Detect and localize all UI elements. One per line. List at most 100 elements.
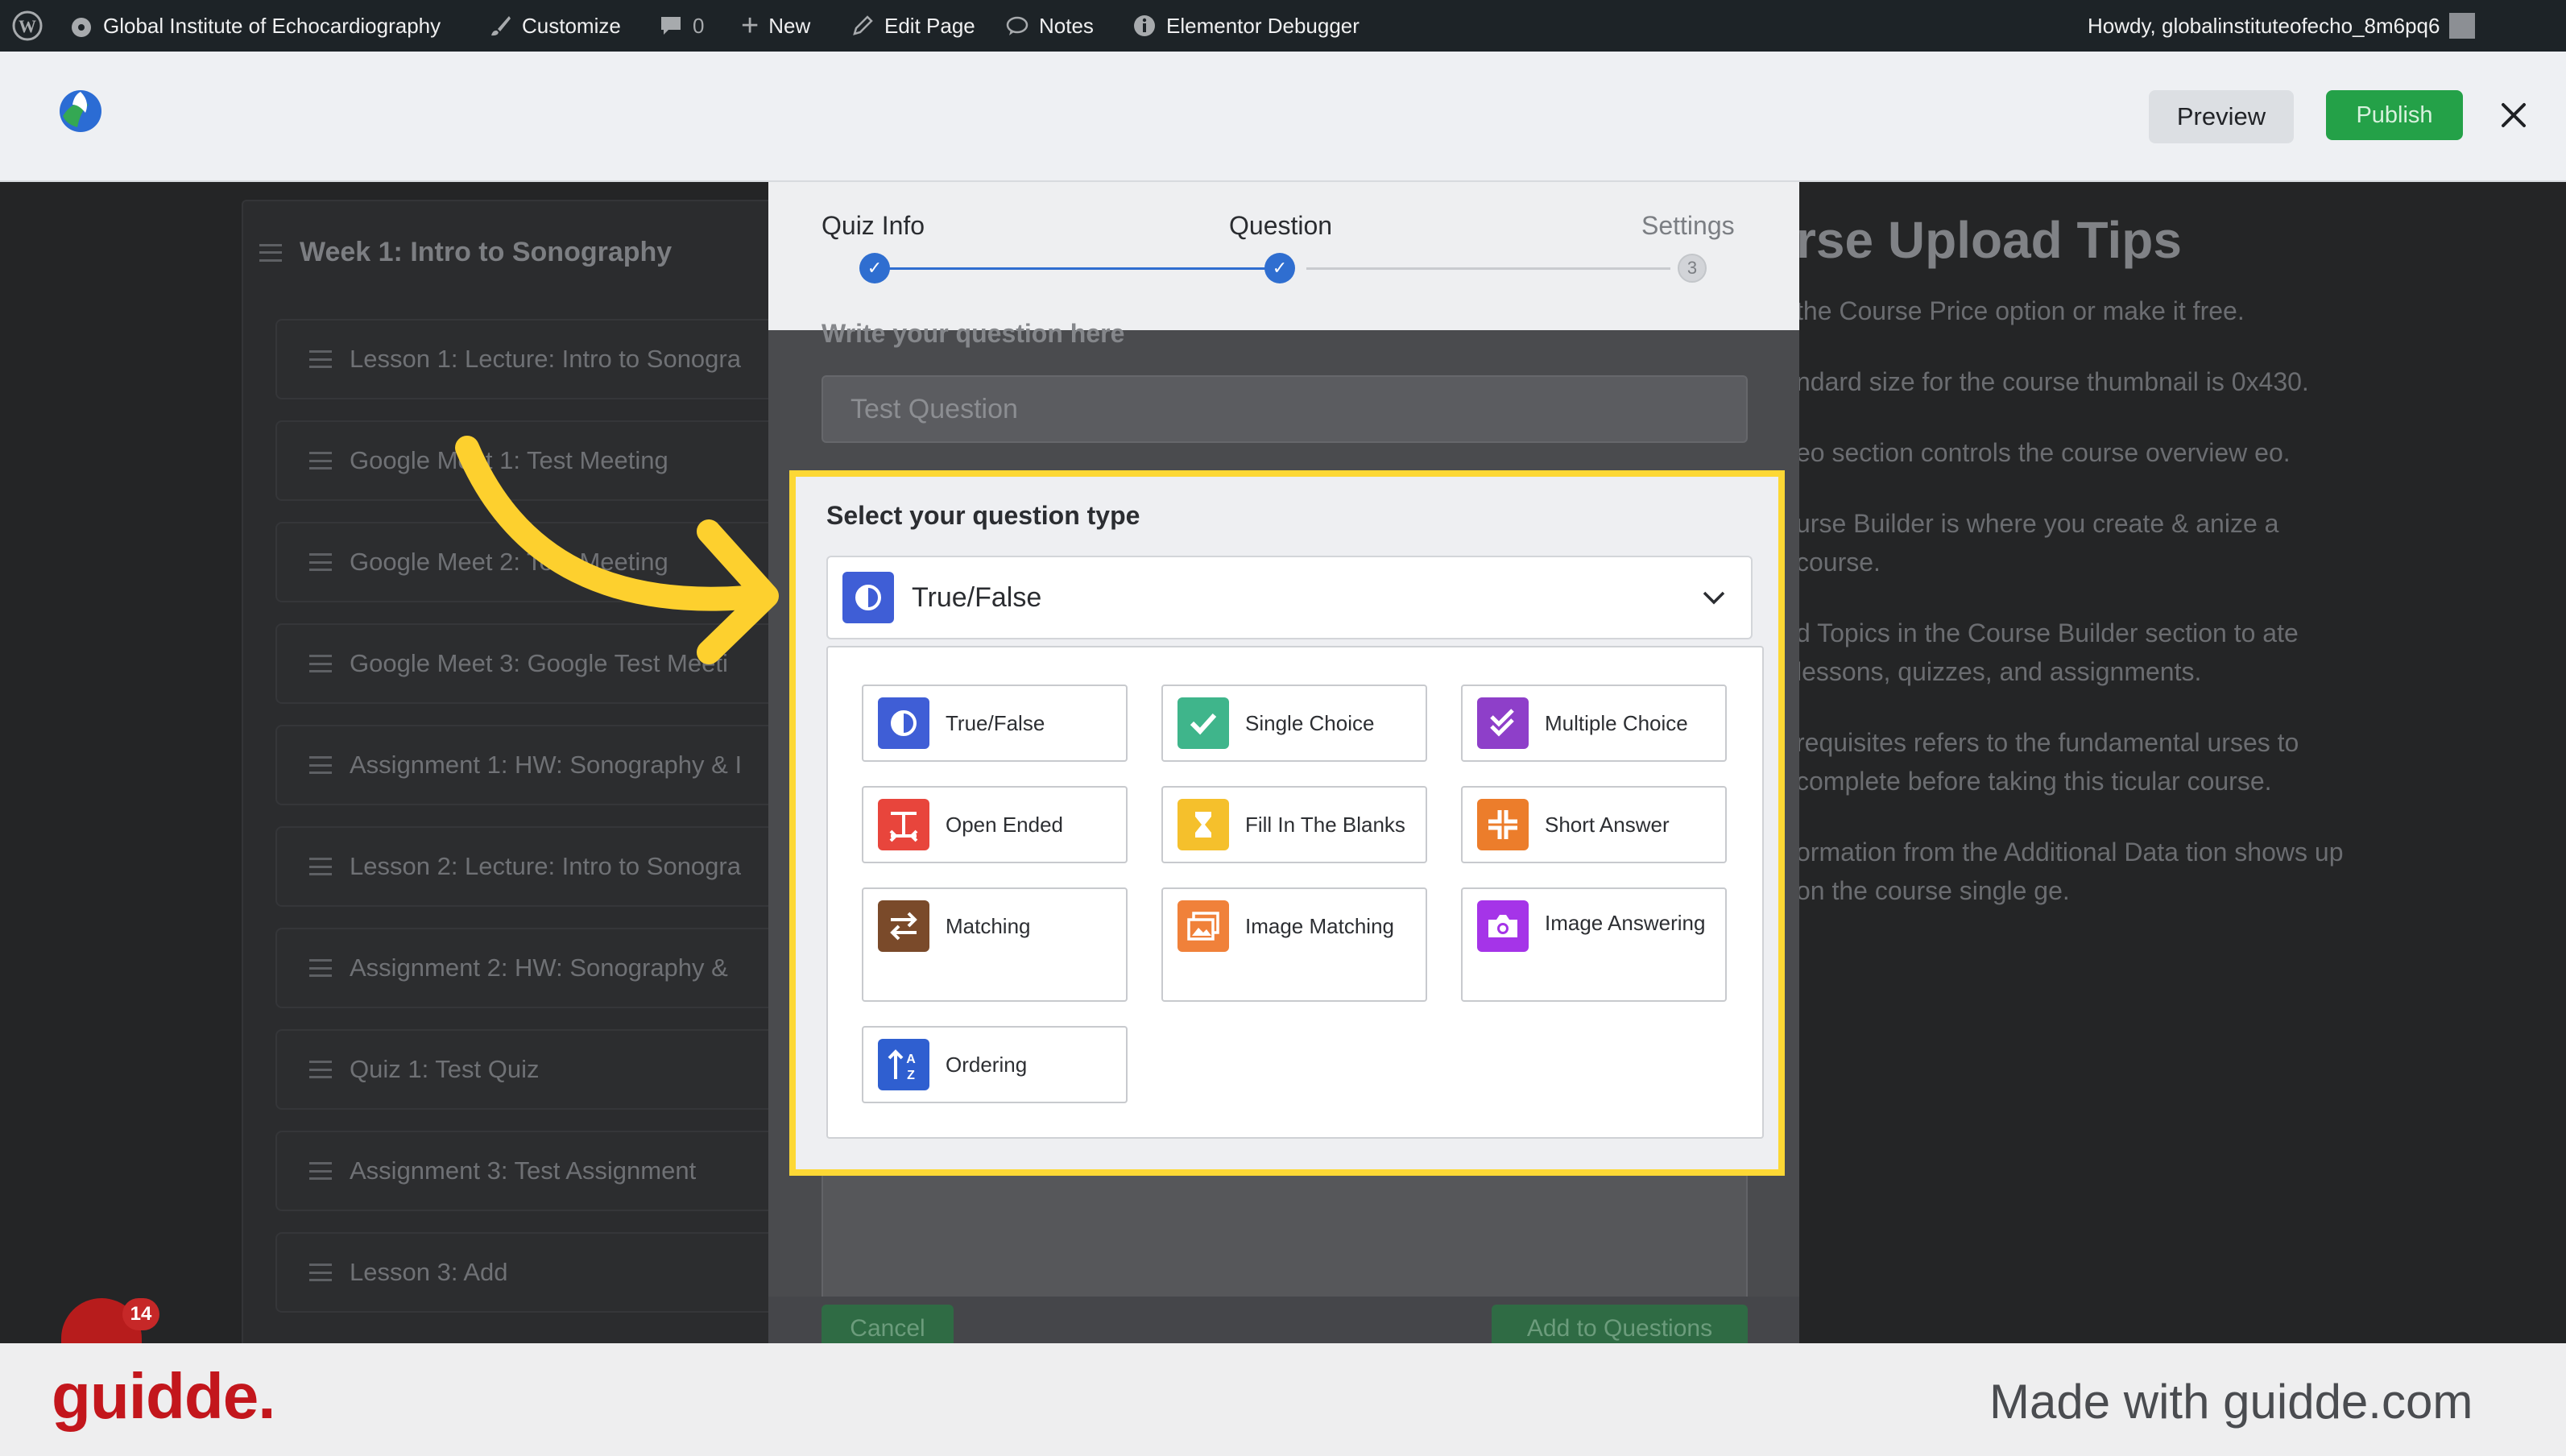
comments-count: 0 xyxy=(693,13,705,38)
new-link[interactable]: + New xyxy=(741,0,810,52)
images-icon xyxy=(1177,900,1229,952)
tip-text: requisites refers to the fundamental urs… xyxy=(1796,728,2299,796)
text-resize-icon xyxy=(878,799,929,850)
svg-text:W: W xyxy=(19,16,36,36)
preview-button[interactable]: Preview xyxy=(2149,90,2294,143)
swap-arrows-icon xyxy=(878,900,929,952)
drag-handle-icon xyxy=(309,452,332,469)
step-settings[interactable]: Settings xyxy=(1641,211,1735,241)
list-item[interactable]: Lesson 1: Lecture: Intro to Sonogra xyxy=(275,319,791,399)
drag-handle-icon xyxy=(309,756,332,774)
type-option-matching[interactable]: Matching xyxy=(862,887,1128,1002)
double-check-icon xyxy=(1477,697,1529,749)
list-item[interactable]: Assignment 2: HW: Sonography & xyxy=(275,928,791,1008)
notes-link[interactable]: Notes xyxy=(1005,0,1094,52)
type-option-short-answer[interactable]: Short Answer xyxy=(1461,786,1727,863)
howdy-label: Howdy, globalinstituteofecho_8m6pq6 xyxy=(2088,13,2440,38)
cancel-button[interactable]: Cancel xyxy=(822,1305,954,1343)
customize-label: Customize xyxy=(522,13,621,38)
check-icon: ✓ xyxy=(1264,253,1295,283)
chevron-down-icon[interactable] xyxy=(1698,581,1730,621)
edit-page-link[interactable]: Edit Page xyxy=(851,0,975,52)
drag-handle-icon xyxy=(309,1162,332,1180)
notification-count: 14 xyxy=(122,1298,159,1330)
drag-handle-icon xyxy=(309,858,332,875)
chat-bubble-icon xyxy=(1006,16,1028,35)
pencil-icon xyxy=(853,15,873,35)
list-item[interactable]: Lesson 3: Add xyxy=(275,1232,791,1313)
type-option-image-matching[interactable]: Image Matching xyxy=(1161,887,1427,1002)
type-option-fill-in-the-blanks[interactable]: Fill In The Blanks xyxy=(1161,786,1427,863)
svg-text:Z: Z xyxy=(907,1069,915,1082)
comments-link[interactable]: 0 xyxy=(659,0,704,52)
drag-handle-icon xyxy=(309,959,332,977)
question-label: Write your question here xyxy=(822,319,1125,348)
sort-az-icon: AZ xyxy=(878,1039,929,1090)
tip-text: urse Builder is where you create & anize… xyxy=(1796,509,2279,577)
list-item[interactable]: Assignment 1: HW: Sonography & I xyxy=(275,725,791,805)
question-type-dropdown: True/False Single Choice Multiple Choice… xyxy=(826,646,1764,1139)
drag-handle-icon xyxy=(309,553,332,571)
pointer-arrow-icon xyxy=(455,436,779,664)
comment-icon xyxy=(661,17,681,35)
upload-tips-panel: rse Upload Tips the Course Price option … xyxy=(1796,211,2360,942)
step-number: 3 xyxy=(1678,254,1707,283)
info-icon xyxy=(1134,15,1155,36)
site-name-link[interactable]: Global Institute of Echocardiography xyxy=(69,0,441,52)
admin-bar: W Global Institute of Echocardiography C… xyxy=(0,0,2566,52)
dashboard-icon xyxy=(72,18,91,37)
topic-title[interactable]: Week 1: Intro to Sonography xyxy=(259,237,672,268)
publish-button[interactable]: Publish xyxy=(2326,90,2463,140)
site-name: Global Institute of Echocardiography xyxy=(103,13,441,38)
list-item[interactable]: Assignment 3: Test Assignment xyxy=(275,1131,791,1211)
list-item[interactable]: Lesson 2: Lecture: Intro to Sonogra xyxy=(275,826,791,907)
type-option-ordering[interactable]: AZ Ordering xyxy=(862,1026,1128,1103)
close-icon[interactable] xyxy=(2494,95,2534,135)
plus-icon: + xyxy=(741,8,759,43)
half-circle-icon xyxy=(842,572,894,623)
course-builder-panel: Week 1: Intro to Sonography Lesson 1: Le… xyxy=(242,200,791,1343)
tip-text: the Course Price option or make it free. xyxy=(1796,296,2245,325)
check-icon xyxy=(1177,697,1229,749)
question-type-label: Select your question type xyxy=(826,501,1140,530)
wordpress-logo-icon[interactable]: W xyxy=(11,0,43,52)
tip-text: ormation from the Additional Data tion s… xyxy=(1796,838,2344,905)
half-circle-icon xyxy=(878,697,929,749)
guidde-footer: guidde. Made with guidde.com xyxy=(0,1343,2566,1456)
compress-icon xyxy=(1477,799,1529,850)
brush-icon xyxy=(491,16,511,36)
notes-label: Notes xyxy=(1039,13,1094,38)
type-option-true-false[interactable]: True/False xyxy=(862,685,1128,762)
type-option-single-choice[interactable]: Single Choice xyxy=(1161,685,1427,762)
site-logo-icon[interactable] xyxy=(56,87,105,135)
check-icon: ✓ xyxy=(859,253,890,283)
made-with-text: Made with guidde.com xyxy=(1989,1375,2473,1429)
debugger-label: Elementor Debugger xyxy=(1166,13,1360,38)
list-item[interactable]: Quiz 1: Test Quiz xyxy=(275,1029,791,1110)
hourglass-icon xyxy=(1177,799,1229,850)
account-menu[interactable]: Howdy, globalinstituteofecho_8m6pq6 xyxy=(2088,0,2476,52)
type-option-multiple-choice[interactable]: Multiple Choice xyxy=(1461,685,1727,762)
edit-page-label: Edit Page xyxy=(884,13,975,38)
add-to-questions-button[interactable]: Add to Questions xyxy=(1492,1305,1748,1343)
type-option-open-ended[interactable]: Open Ended xyxy=(862,786,1128,863)
question-type-panel: Select your question type True/False Tru… xyxy=(789,470,1785,1176)
step-connector xyxy=(875,267,1280,270)
selected-type: True/False xyxy=(912,581,1042,613)
question-input[interactable]: Test Question xyxy=(822,375,1748,443)
debugger-link[interactable]: Elementor Debugger xyxy=(1132,0,1360,52)
tip-text: eo section controls the course overview … xyxy=(1796,438,2291,467)
type-option-image-answering[interactable]: Image Answering xyxy=(1461,887,1727,1002)
quiz-stepper: Quiz Info ✓ Question ✓ Settings 3 xyxy=(768,182,1799,330)
customize-link[interactable]: Customize xyxy=(488,0,621,52)
drag-handle-icon xyxy=(309,655,332,672)
drag-handle-icon xyxy=(309,1264,332,1281)
avatar xyxy=(2449,13,2476,39)
camera-icon xyxy=(1477,900,1529,952)
tips-title: rse Upload Tips xyxy=(1796,211,2182,269)
drag-handle-icon xyxy=(259,243,282,262)
step-question[interactable]: Question xyxy=(1229,211,1332,241)
step-quiz-info[interactable]: Quiz Info xyxy=(822,211,925,241)
question-type-select[interactable]: True/False xyxy=(826,556,1753,639)
tip-text: ndard size for the course thumbnail is 0… xyxy=(1796,367,2309,396)
